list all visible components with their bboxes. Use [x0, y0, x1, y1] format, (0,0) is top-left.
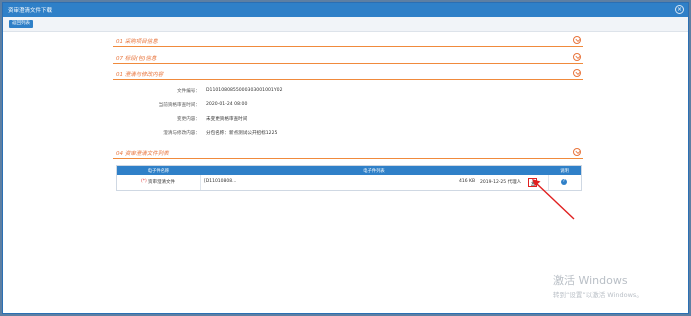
dialog-window: 资审澄清文件下载 × 返回列表 01 采购项目信息 07 标段(包)信息 01 …: [2, 2, 689, 314]
file-size: 416 KB: [459, 179, 476, 184]
header-name: 电子件名称: [147, 169, 170, 174]
section-title: 01 澄清与修改内容: [116, 72, 164, 78]
chevron-down-icon[interactable]: [573, 148, 581, 156]
close-icon[interactable]: ×: [675, 5, 684, 14]
info-key: 澄清与修改内容：: [163, 131, 200, 136]
file-category: 资审澄清文件: [148, 180, 175, 185]
section-clarification-files[interactable]: 04 资审澄清文件列表: [113, 147, 583, 159]
back-to-list-button[interactable]: 返回列表: [9, 20, 33, 28]
info-value: 分包名称：新点测试公开招标1225: [206, 131, 278, 136]
section-title: 04 资审澄清文件列表: [116, 151, 169, 157]
chevron-down-icon[interactable]: [573, 53, 581, 61]
chevron-down-icon[interactable]: [573, 36, 581, 44]
annotation-arrow-icon: [532, 179, 575, 220]
section-procurement-info[interactable]: 01 采购项目信息: [113, 35, 583, 47]
table-row: (*) 资审澄清文件 [D11010808... 416 KB 2019-12-…: [117, 175, 581, 190]
info-value: 未变更资格审查时间: [206, 117, 248, 122]
info-row-content: 澄清与修改内容： 分包名称：新点测试公开招标1225: [3, 130, 688, 137]
section-title: 01 采购项目信息: [116, 39, 158, 45]
section-lot-info[interactable]: 07 标段(包)信息: [113, 52, 583, 64]
file-upload-info: 2019-12-25 代理人: [480, 180, 522, 185]
info-key: 当前资格审查时间：: [158, 103, 200, 108]
info-key: 变更内容：: [177, 117, 200, 122]
header-action: 说明: [560, 169, 569, 174]
info-row-change: 变更内容： 未变更资格审查时间: [3, 116, 688, 123]
dialog-title: 资审澄清文件下载: [8, 8, 53, 14]
header-list: 电子件列表: [363, 169, 385, 174]
file-table: 电子件名称 电子件列表 说明 (*) 资审澄清文件 [D11010808... …: [116, 165, 582, 191]
table-header: 电子件名称 电子件列表 说明: [117, 166, 581, 175]
section-clarification[interactable]: 01 澄清与修改内容: [113, 68, 583, 80]
watermark-line1: 激活 Windows: [553, 274, 628, 287]
watermark-line2: 转到“设置”以激活 Windows。: [553, 291, 643, 299]
info-row-review-time: 当前资格审查时间： 2020-01-24 08:00: [3, 102, 688, 109]
dialog-titlebar: 资审澄清文件下载 ×: [3, 3, 688, 17]
info-value: D110108085500030300100​1Y02: [206, 88, 283, 93]
column-divider: [200, 175, 201, 190]
toolbar: 返回列表: [3, 17, 688, 32]
windows-activation-watermark: 激活 Windows 转到“设置”以激活 Windows。: [553, 272, 643, 299]
section-title: 07 标段(包)信息: [116, 56, 157, 62]
info-row-file-no: 文件编号： D110108085500030300100​1Y02: [3, 88, 688, 95]
chevron-down-icon[interactable]: [573, 69, 581, 77]
info-value: 2020-01-24 08:00: [206, 102, 248, 107]
info-key: 文件编号：: [177, 89, 200, 94]
file-name-link[interactable]: [D11010808...: [204, 179, 236, 184]
required-mark-icon: (*): [141, 179, 147, 184]
